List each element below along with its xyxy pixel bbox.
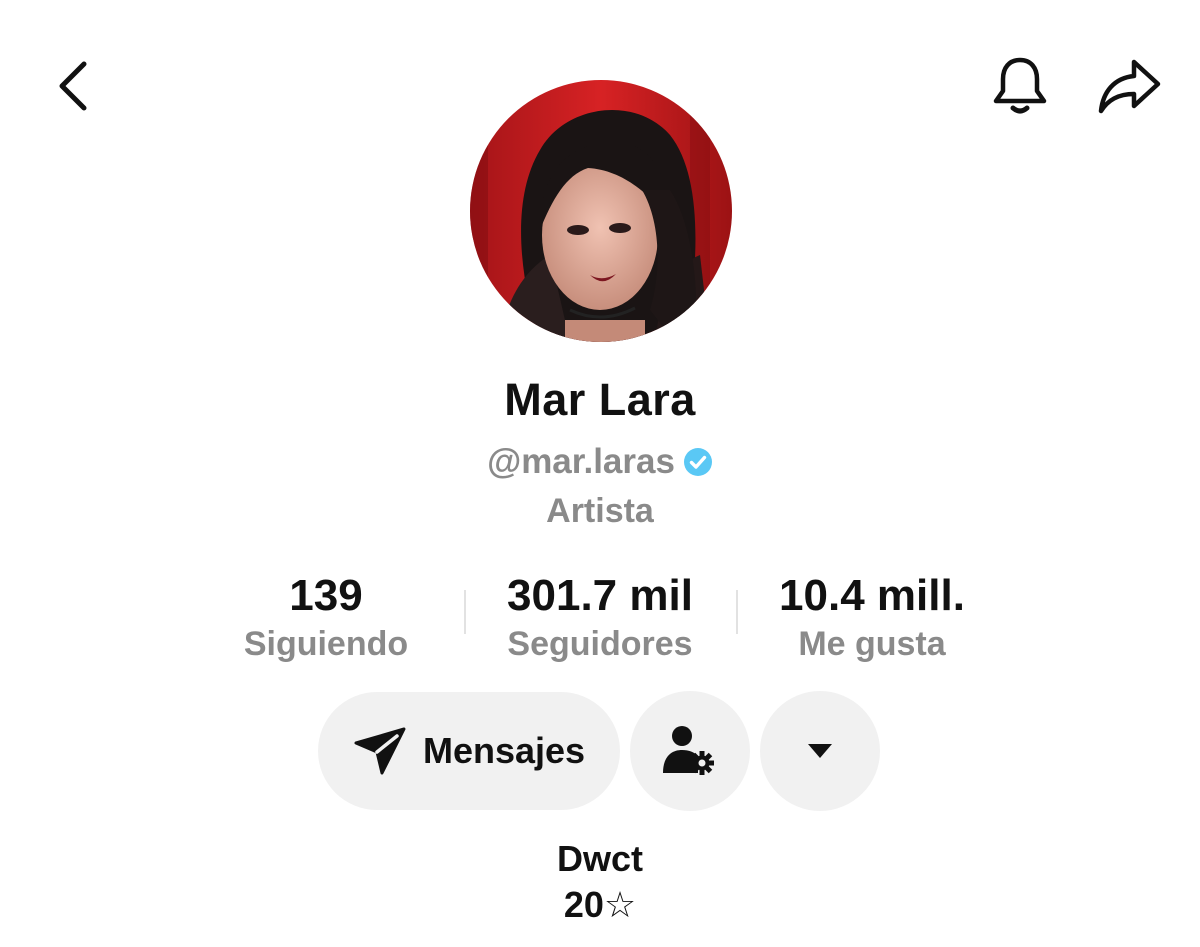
- username: @mar.laras: [487, 442, 675, 481]
- profile-page: Mar Lara @mar.laras Artista 139 Siguiend…: [0, 0, 1200, 947]
- following-label: Siguiendo: [243, 625, 409, 663]
- share-arrow-icon: [1098, 59, 1161, 114]
- profile-category: Artista: [546, 492, 654, 530]
- followers-label: Seguidores: [507, 625, 693, 663]
- messages-button[interactable]: Mensajes: [318, 692, 620, 810]
- likes-count: 10.4 mill.: [779, 571, 965, 620]
- username-row: @mar.laras: [0, 442, 1200, 482]
- stat-likes[interactable]: 10.4 mill. Me gusta: [752, 570, 992, 666]
- stats-row: 139 Siguiendo 301.7 mil Seguidores 10.4 …: [0, 570, 1200, 670]
- profile-avatar[interactable]: [470, 80, 732, 342]
- more-options-button[interactable]: [760, 691, 880, 811]
- user-settings-icon: [663, 726, 714, 775]
- display-name: Mar Lara: [504, 374, 696, 425]
- verified-badge-icon: [683, 448, 712, 476]
- messages-label: Mensajes: [422, 730, 586, 771]
- send-icon: [354, 727, 406, 775]
- stat-divider: [736, 590, 738, 634]
- followers-count: 301.7 mil: [507, 571, 693, 620]
- manage-user-button[interactable]: [630, 691, 750, 811]
- chevron-left-icon: [59, 61, 87, 111]
- notifications-button[interactable]: [984, 50, 1056, 122]
- bell-icon: [993, 57, 1047, 114]
- following-count: 139: [289, 571, 363, 620]
- back-button[interactable]: [40, 52, 104, 120]
- bio-line: Dwct: [556, 838, 643, 879]
- profile-bio: Dwct 20☆: [0, 836, 1200, 928]
- share-button[interactable]: [1090, 50, 1168, 122]
- stat-following[interactable]: 139 Siguiendo: [226, 570, 426, 666]
- stat-divider: [464, 590, 466, 634]
- caret-down-icon: [808, 744, 832, 758]
- likes-label: Me gusta: [798, 625, 946, 663]
- avatar-image: [470, 80, 732, 342]
- bio-line: 20☆: [563, 884, 637, 925]
- stat-followers[interactable]: 301.7 mil Seguidores: [480, 570, 720, 666]
